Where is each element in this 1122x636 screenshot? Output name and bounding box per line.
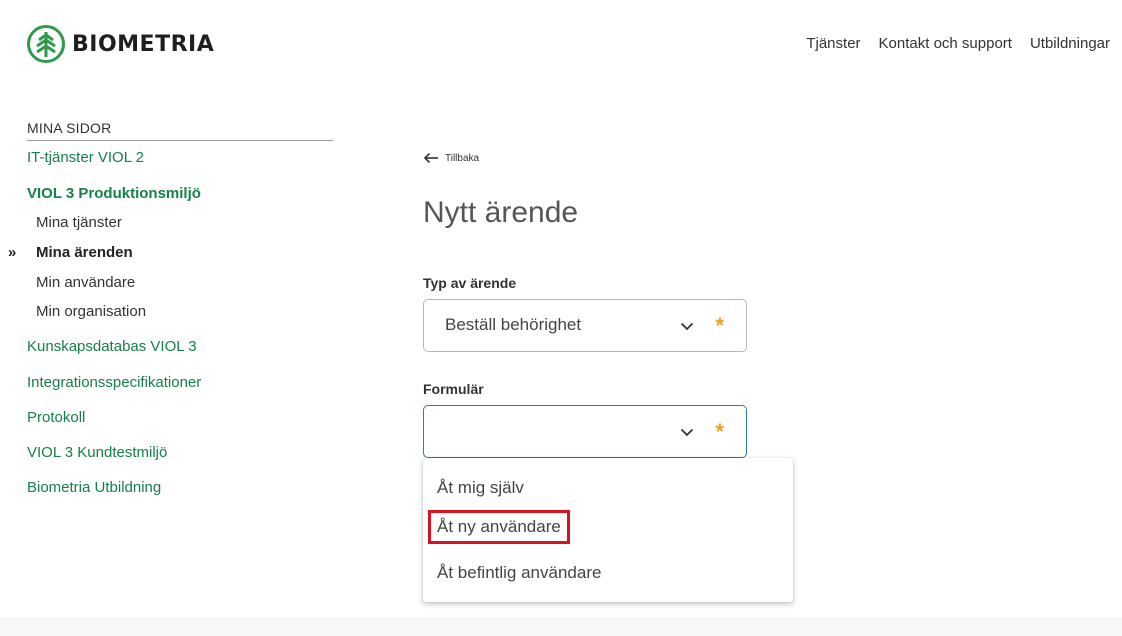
sidebar-item-kunskapsdatabas[interactable]: Kunskapsdatabas VIOL 3 <box>27 338 197 355</box>
brand-name: BIOMETRIA <box>72 31 215 57</box>
sidebar-item-viol3-kundtestmiljo[interactable]: VIOL 3 Kundtestmiljö <box>27 444 167 461</box>
type-select-value: Beställ behörighet <box>445 315 582 334</box>
required-asterisk-icon: * <box>715 313 724 338</box>
arrow-left-icon <box>423 152 438 164</box>
form-dropdown-menu: Åt mig själv Åt ny användare Åt befintli… <box>423 458 793 602</box>
sidebar-item-biometria-utbildning[interactable]: Biometria Utbildning <box>27 479 161 496</box>
sidebar-heading: MINA SIDOR <box>27 120 333 141</box>
back-label: Tillbaka <box>445 152 480 164</box>
nav-utbildningar[interactable]: Utbildningar <box>1030 35 1110 52</box>
option-at-mig-sjalv[interactable]: Åt mig själv <box>437 478 524 498</box>
sidebar-item-mina-tjanster[interactable]: Mina tjänster <box>36 214 122 231</box>
nav-kontakt-support[interactable]: Kontakt och support <box>879 35 1012 52</box>
active-chevron-icon: » <box>8 244 17 261</box>
back-link[interactable]: Tillbaka <box>423 152 479 164</box>
sidebar-item-it-tjanster-viol2[interactable]: IT-tjänster VIOL 2 <box>27 149 144 166</box>
sidebar-item-mina-arenden[interactable]: Mina ärenden <box>36 244 133 261</box>
form-select[interactable]: * <box>423 405 747 458</box>
chevron-down-icon <box>680 428 694 437</box>
biometria-logo[interactable]: BIOMETRIA <box>26 24 214 64</box>
chevron-down-icon <box>680 322 694 331</box>
sidebar-item-min-organisation[interactable]: Min organisation <box>36 303 146 320</box>
type-select[interactable]: Beställ behörighet * <box>423 299 747 352</box>
footer-strip <box>0 618 1122 636</box>
top-navigation: Tjänster Kontakt och support Utbildninga… <box>806 35 1110 52</box>
sidebar: MINA SIDOR IT-tjänster VIOL 2 VIOL 3 Pro… <box>8 120 333 496</box>
sidebar-item-protokoll[interactable]: Protokoll <box>27 409 85 426</box>
required-asterisk-icon: * <box>715 419 724 444</box>
option-at-befintlig-anvandare[interactable]: Åt befintlig användare <box>437 563 601 583</box>
form-field-label: Formulär <box>423 381 484 397</box>
page-title: Nytt ärende <box>423 196 579 229</box>
sidebar-item-viol3-produktionsmiljo[interactable]: VIOL 3 Produktionsmiljö <box>27 185 201 202</box>
nav-tjanster[interactable]: Tjänster <box>806 35 860 52</box>
type-field-label: Typ av ärende <box>423 275 517 291</box>
sidebar-item-integrationsspecifikationer[interactable]: Integrationsspecifikationer <box>27 374 201 391</box>
sidebar-item-min-anvandare[interactable]: Min användare <box>36 274 135 291</box>
option-at-ny-anvandare[interactable]: Åt ny användare <box>428 510 570 544</box>
tree-logo-icon <box>27 25 65 63</box>
